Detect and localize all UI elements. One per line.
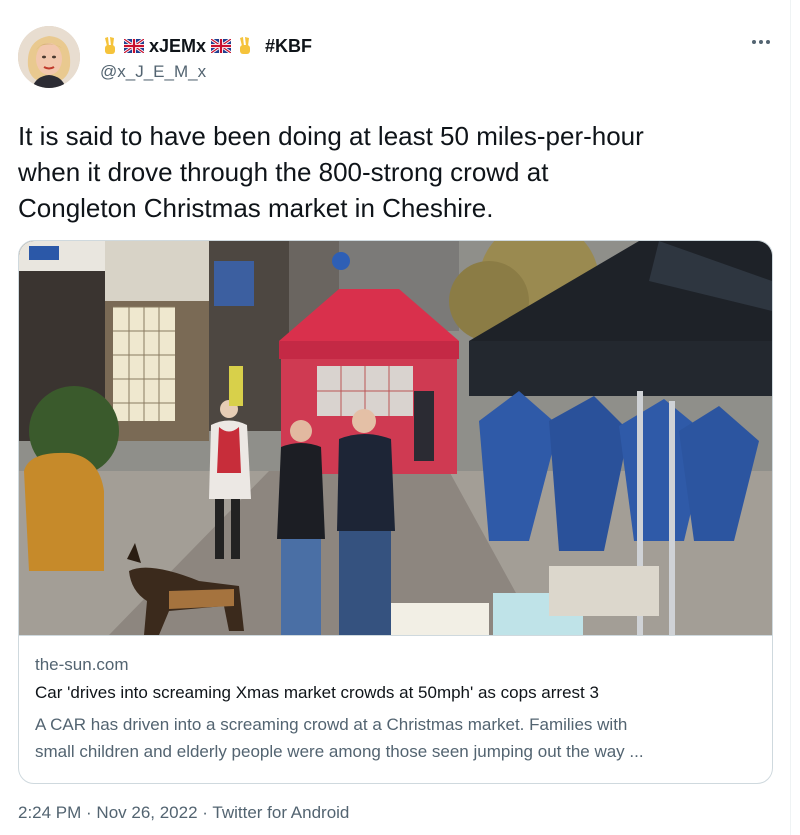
tweet-metadata: 2:24 PM · Nov 26, 2022 · Twitter for And… xyxy=(18,803,349,823)
tweet-text-line: when it drove through the 800-strong cro… xyxy=(18,157,549,187)
more-dots-icon xyxy=(752,40,770,44)
card-domain: the-sun.com xyxy=(35,655,129,674)
display-name[interactable]: xJEMx #KBF xyxy=(100,34,312,58)
card-description-line: A CAR has driven into a screaming crowd … xyxy=(35,715,628,734)
tweet-source[interactable]: Twitter for Android xyxy=(212,803,349,822)
link-preview-card[interactable]: the-sun.com Car 'drives into screaming X… xyxy=(18,240,773,784)
meta-separator: · xyxy=(81,803,97,822)
card-image[interactable] xyxy=(19,241,772,635)
tweet-date[interactable]: Nov 26, 2022 xyxy=(96,803,197,822)
timeline-border xyxy=(790,0,791,835)
uk-flag-icon xyxy=(211,39,232,53)
display-name-text: xJEMx xyxy=(149,35,207,56)
profile-photo-icon xyxy=(18,26,80,88)
tweet: xJEMx #KBF @x_J_E_M_x It is said to have… xyxy=(0,0,800,835)
name-hashtag: #KBF xyxy=(265,35,313,56)
victory-hand-icon xyxy=(105,37,115,54)
tweet-time[interactable]: 2:24 PM xyxy=(18,803,81,822)
card-divider xyxy=(19,635,772,636)
victory-hand-icon xyxy=(240,37,251,54)
meta-separator: · xyxy=(197,803,213,822)
user-handle[interactable]: @x_J_E_M_x xyxy=(100,62,206,82)
card-description: A CAR has driven into a screaming crowd … xyxy=(35,711,760,765)
uk-flag-icon xyxy=(124,39,144,53)
avatar[interactable] xyxy=(18,26,80,88)
tweet-text-line: It is said to have been doing at least 5… xyxy=(18,121,644,151)
tweet-text-line: Congleton Christmas market in Cheshire. xyxy=(18,193,494,223)
card-description-line: small children and elderly people were a… xyxy=(35,742,644,761)
card-title[interactable]: Car 'drives into screaming Xmas market c… xyxy=(35,683,599,703)
street-market-photo xyxy=(19,241,772,635)
more-options-button[interactable] xyxy=(746,32,776,52)
tweet-text: It is said to have been doing at least 5… xyxy=(18,118,778,226)
